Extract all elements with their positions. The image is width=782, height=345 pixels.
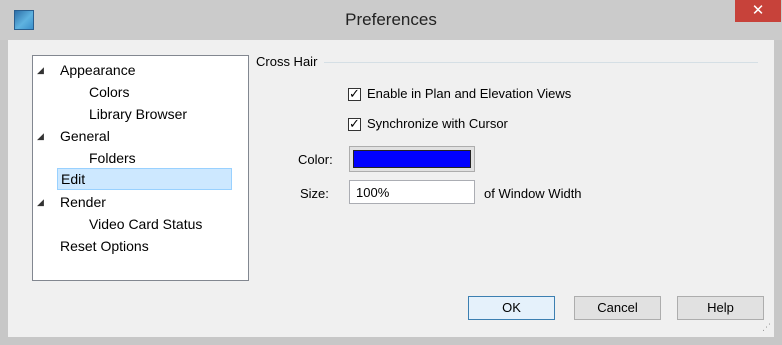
enable-plan-elevation-checkbox[interactable]: ✓ Enable in Plan and Elevation Views xyxy=(348,86,571,104)
tree-item-label: Colors xyxy=(89,84,130,100)
tree-item-folders[interactable]: Folders xyxy=(89,147,136,169)
title-bar[interactable]: Preferences ✕ xyxy=(0,0,782,40)
synchronize-cursor-checkbox[interactable]: ✓ Synchronize with Cursor xyxy=(348,116,508,134)
close-icon: ✕ xyxy=(751,2,765,19)
tree-item-colors[interactable]: Colors xyxy=(89,81,129,103)
ok-button[interactable]: OK xyxy=(468,296,555,320)
checkbox-box[interactable]: ✓ xyxy=(348,86,361,101)
expanded-caret-icon[interactable]: ◢ xyxy=(37,59,47,81)
color-label: Color: xyxy=(298,152,333,167)
tree-item-library-browser[interactable]: Library Browser xyxy=(89,103,187,125)
tree-item-label: Reset Options xyxy=(60,238,149,254)
size-label: Size: xyxy=(300,186,329,201)
tree-item-label: Video Card Status xyxy=(89,216,203,232)
checkbox-box[interactable]: ✓ xyxy=(348,116,361,131)
tree-item-reset-options[interactable]: Reset Options xyxy=(60,235,149,257)
close-button[interactable]: ✕ xyxy=(735,0,781,22)
checkbox-label: Synchronize with Cursor xyxy=(367,116,508,131)
size-input[interactable] xyxy=(349,180,475,204)
expanded-caret-icon[interactable]: ◢ xyxy=(37,125,47,147)
tree-item-video-card-status[interactable]: Video Card Status xyxy=(89,213,202,235)
tree-item-edit[interactable]: Edit xyxy=(57,168,232,190)
checkbox-label: Enable in Plan and Elevation Views xyxy=(367,86,572,101)
checkmark-icon: ✓ xyxy=(349,86,360,101)
help-button[interactable]: Help xyxy=(677,296,764,320)
tree-item-label: General xyxy=(60,128,110,144)
dialog-client-area: ◢ Appearance Colors Library Browser ◢ Ge… xyxy=(8,40,774,337)
cross-hair-group-label: Cross Hair xyxy=(256,54,318,69)
color-swatch xyxy=(353,150,471,168)
group-divider xyxy=(324,62,758,63)
tree-item-label: Edit xyxy=(61,171,86,187)
tree-item-label: Render xyxy=(60,194,106,210)
preferences-dialog: Preferences ✕ ◢ Appearance Colors Librar… xyxy=(0,0,782,345)
tree-item-label: Library Browser xyxy=(89,106,188,122)
checkmark-icon: ✓ xyxy=(349,116,360,131)
preferences-tree[interactable]: ◢ Appearance Colors Library Browser ◢ Ge… xyxy=(32,55,249,281)
tree-item-label: Folders xyxy=(89,150,136,166)
resize-grip-icon[interactable]: ⋰ xyxy=(762,323,772,333)
window-title: Preferences xyxy=(345,10,437,29)
size-suffix-label: of Window Width xyxy=(484,186,582,201)
cancel-button[interactable]: Cancel xyxy=(574,296,661,320)
tree-item-label: Appearance xyxy=(60,62,136,78)
expanded-caret-icon[interactable]: ◢ xyxy=(37,191,47,213)
color-picker-button[interactable] xyxy=(349,146,475,172)
